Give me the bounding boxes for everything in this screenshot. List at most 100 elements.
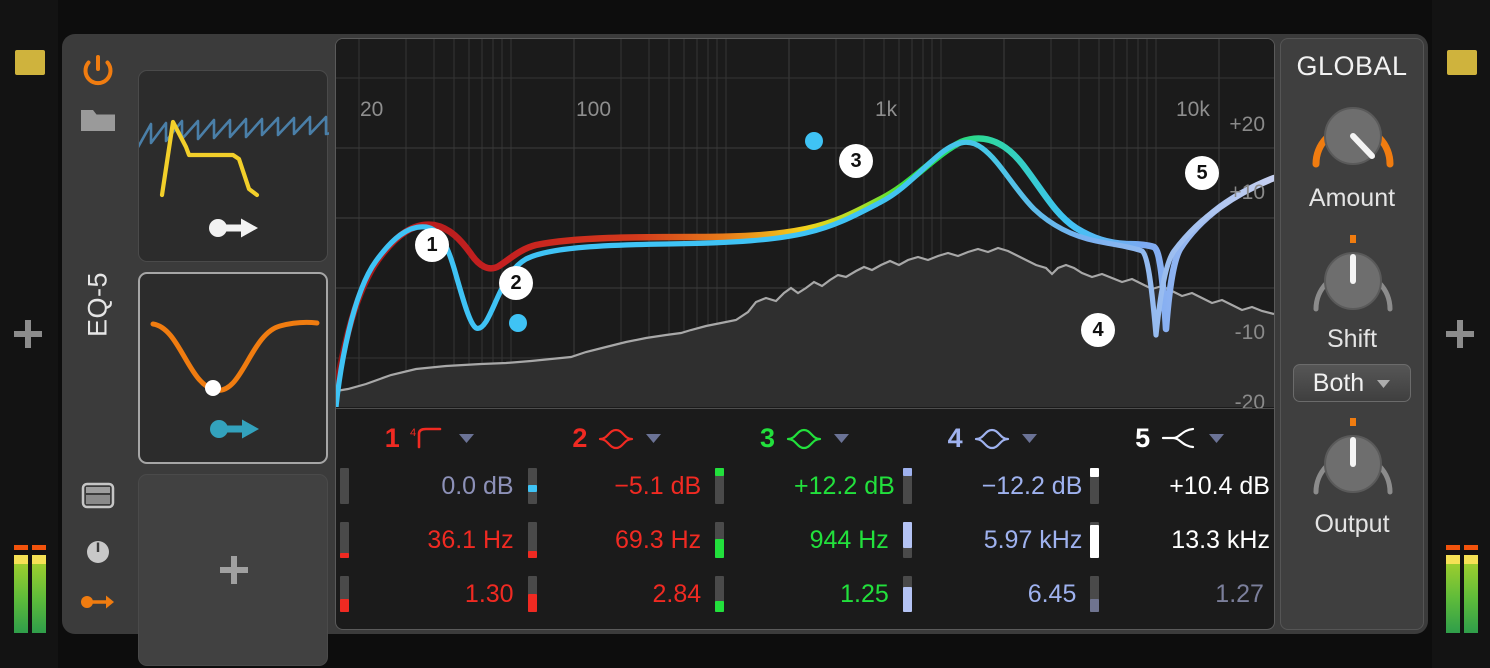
band-q-row-4[interactable]: 6.45 (899, 567, 1087, 621)
band-freq-row-2[interactable]: 69.3 Hz (524, 513, 712, 567)
band-freq-slider-2[interactable] (527, 522, 537, 558)
band-column-3: 3 +12.2 dB 944 Hz 1.25 (711, 409, 899, 629)
band-freq-value-4[interactable]: 5.97 kHz (912, 526, 1087, 555)
module-slot-add[interactable] (138, 474, 328, 666)
band-freq-slider-4[interactable] (902, 522, 912, 558)
band-gain-value-4[interactable]: −12.2 dB (912, 472, 1087, 501)
band-gain-slider-3[interactable] (715, 468, 725, 504)
band-gain-row-5[interactable]: +10.4 dB (1086, 459, 1274, 513)
band-q-value-4[interactable]: 6.45 (912, 580, 1087, 609)
band-q-row-2[interactable]: 2.84 (524, 567, 712, 621)
clip-led-l[interactable] (14, 545, 28, 550)
eq-graph[interactable]: 20 100 1k 10k +20 +10 -10 -20 1 2 3 4 5 (336, 39, 1274, 414)
band-q-slider-4[interactable] (902, 576, 912, 612)
band-number-1[interactable]: 1 (385, 423, 400, 454)
band-type-dropdown-4[interactable] (1021, 432, 1038, 444)
bell-icon[interactable] (785, 425, 823, 451)
left-clip-indicators[interactable] (14, 545, 46, 550)
band-gain-value-2[interactable]: −5.1 dB (537, 472, 712, 501)
eq-main-panel: 20 100 1k 10k +20 +10 -10 -20 1 2 3 4 5 (335, 38, 1275, 630)
slider-fill (902, 468, 912, 476)
band-q-row-3[interactable]: 1.25 (711, 567, 899, 621)
highshelf-icon[interactable] (1160, 425, 1198, 451)
module-slot-envelope[interactable] (138, 70, 329, 262)
arrow-route-icon[interactable] (62, 592, 134, 617)
power-icon[interactable] (62, 54, 134, 93)
left-rail-color-swatch[interactable] (15, 50, 45, 75)
knob-icon[interactable] (62, 539, 134, 570)
band-gain-row-2[interactable]: −5.1 dB (524, 459, 712, 513)
shift-knob[interactable] (1281, 229, 1425, 325)
band-gain-slider-2[interactable] (527, 468, 537, 504)
band-type-dropdown-3[interactable] (833, 432, 850, 444)
band-node-1[interactable]: 1 (415, 228, 449, 262)
bell-icon[interactable] (973, 425, 1011, 451)
band-q-slider-5[interactable] (1090, 576, 1100, 612)
band-number-2[interactable]: 2 (572, 423, 587, 454)
band-type-dropdown-2[interactable] (645, 432, 662, 444)
module-slot-eq[interactable] (138, 272, 328, 464)
band-gain-value-3[interactable]: +12.2 dB (724, 472, 899, 501)
slider-fill (715, 601, 725, 612)
band-node-4[interactable]: 4 (1081, 313, 1115, 347)
band-q-value-3[interactable]: 1.25 (724, 580, 899, 609)
bell-icon[interactable] (597, 425, 635, 451)
band-q-slider-2[interactable] (527, 576, 537, 612)
band-freq-slider-3[interactable] (715, 522, 725, 558)
band-number-3[interactable]: 3 (760, 423, 775, 454)
band-node-5[interactable]: 5 (1185, 156, 1219, 190)
right-clip-indicators[interactable] (1446, 545, 1478, 550)
band-freq-value-2[interactable]: 69.3 Hz (537, 526, 712, 555)
band-freq-value-5[interactable]: 13.3 kHz (1099, 526, 1274, 555)
band-node-3[interactable]: 3 (839, 144, 873, 178)
band-freq-row-5[interactable]: 13.3 kHz (1086, 513, 1274, 567)
band-freq-row-1[interactable]: 36.1 Hz (336, 513, 524, 567)
clip-led-l2[interactable] (1446, 545, 1460, 550)
slider-fill (902, 522, 912, 548)
module-route-arrow-2[interactable] (140, 417, 330, 446)
band-q-row-1[interactable]: 1.30 (336, 567, 524, 621)
band-handle-2[interactable] (509, 314, 527, 332)
band-header-5: 5 (1086, 417, 1274, 459)
channel-mode-select[interactable]: Both (1293, 364, 1411, 402)
band-freq-value-3[interactable]: 944 Hz (724, 526, 899, 555)
band-gain-value-5[interactable]: +10.4 dB (1099, 472, 1274, 501)
right-rail-color-swatch[interactable] (1447, 50, 1477, 75)
slider-fill (902, 587, 912, 612)
band-gain-row-3[interactable]: +12.2 dB (711, 459, 899, 513)
band-q-value-2[interactable]: 2.84 (537, 580, 712, 609)
clip-led-r2[interactable] (1464, 545, 1478, 550)
band-q-slider-3[interactable] (715, 576, 725, 612)
band-freq-slider-5[interactable] (1090, 522, 1100, 558)
band-handle-3[interactable] (805, 132, 823, 150)
band-freq-row-3[interactable]: 944 Hz (711, 513, 899, 567)
highpass-4-icon[interactable]: 4 (410, 425, 448, 451)
band-gain-slider-5[interactable] (1090, 468, 1100, 504)
slider-fill (527, 551, 537, 558)
amount-knob[interactable] (1281, 88, 1425, 184)
band-number-4[interactable]: 4 (948, 423, 963, 454)
window-icon[interactable] (62, 482, 134, 514)
module-route-arrow-1[interactable] (139, 216, 329, 245)
band-q-slider-1[interactable] (340, 576, 349, 612)
band-freq-slider-1[interactable] (340, 522, 349, 558)
band-type-dropdown-1[interactable] (458, 432, 475, 444)
band-q-value-5[interactable]: 1.27 (1099, 580, 1274, 609)
folder-icon[interactable] (62, 104, 134, 139)
band-freq-row-4[interactable]: 5.97 kHz (899, 513, 1087, 567)
band-q-row-5[interactable]: 1.27 (1086, 567, 1274, 621)
band-q-value-1[interactable]: 1.30 (349, 580, 524, 609)
clip-led-r[interactable] (32, 545, 46, 550)
left-rail-add-button[interactable] (14, 320, 42, 348)
band-number-5[interactable]: 5 (1135, 423, 1150, 454)
band-gain-value-1[interactable]: 0.0 dB (349, 472, 524, 501)
band-type-dropdown-5[interactable] (1208, 432, 1225, 444)
band-gain-slider-1[interactable] (340, 468, 349, 504)
band-freq-value-1[interactable]: 36.1 Hz (349, 526, 524, 555)
band-gain-slider-4[interactable] (902, 468, 912, 504)
band-gain-row-1[interactable]: 0.0 dB (336, 459, 524, 513)
band-gain-row-4[interactable]: −12.2 dB (899, 459, 1087, 513)
right-rail-add-button[interactable] (1446, 320, 1474, 348)
band-node-2[interactable]: 2 (499, 266, 533, 300)
output-knob[interactable] (1281, 414, 1425, 510)
